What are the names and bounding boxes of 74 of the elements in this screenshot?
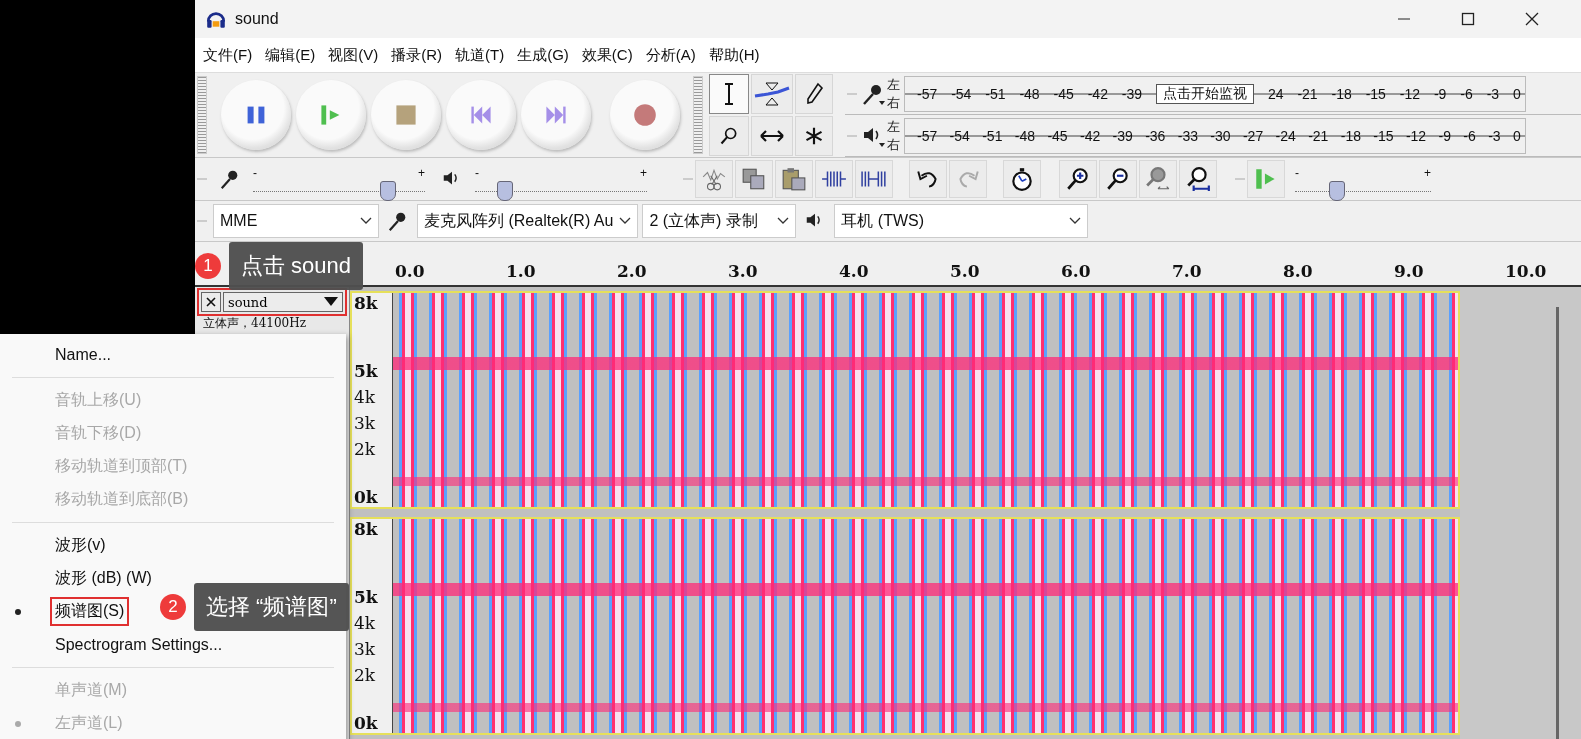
meter-tick-label: -27	[1242, 127, 1264, 144]
callout-tooltip: 点击 sound	[229, 242, 364, 290]
meter-tick-label: -15	[1373, 127, 1394, 144]
scale-label: 0k	[354, 713, 378, 733]
meter-tick-label: -42	[1087, 85, 1108, 102]
scale-label: 2k	[354, 665, 376, 685]
meter-tick-label: -48	[1014, 127, 1035, 144]
meter-tick-label: -18	[1340, 127, 1361, 144]
plus-label: +	[418, 166, 425, 179]
ruler-tick-label: 4.0	[839, 261, 870, 281]
channel-label: 右	[887, 93, 900, 112]
scale-label: 3k	[354, 413, 376, 433]
meter-tick-label: -45	[1047, 127, 1068, 144]
meter-tick-label: -21	[1308, 127, 1329, 144]
meter-tick-label: 0	[1512, 127, 1521, 144]
meter-tick-label: 0	[1513, 85, 1521, 102]
meter-tick-label: -3	[1486, 85, 1500, 102]
channel-label: 右	[887, 135, 900, 154]
ruler-tick-label: 8.0	[1283, 261, 1314, 281]
ruler-tick-label: 7.0	[1172, 261, 1203, 281]
meter-tick-label: -39	[1121, 85, 1143, 102]
meter-tick-label: -15	[1365, 85, 1386, 102]
minus-label: -	[1295, 166, 1299, 179]
callout-tooltip: 选择 “频谱图”	[194, 583, 349, 631]
scale-label: 3k	[354, 639, 376, 659]
meter-tick-label: -30	[1210, 127, 1231, 144]
window-title: sound	[235, 10, 279, 28]
ruler-tick-label: 1.0	[506, 261, 537, 281]
meter-tick-label: -54	[951, 85, 972, 102]
channel-label: 左	[887, 117, 900, 136]
scale-label: 5k	[354, 587, 378, 607]
minus-label: -	[253, 166, 257, 179]
meter-tick-label: -6	[1463, 127, 1476, 144]
meter-tick-label: -6	[1460, 85, 1473, 102]
ruler-tick-label: 2.0	[617, 261, 648, 281]
meter-tick-label: -18	[1331, 85, 1352, 102]
meter-tick-label: -36	[1145, 127, 1166, 144]
meter-tick-label: -45	[1053, 85, 1074, 102]
minus-label: -	[475, 166, 479, 179]
meter-tick-label: -9	[1438, 127, 1451, 144]
tooltip: 点击开始监视	[1156, 83, 1254, 104]
meter-tick-label: -9	[1433, 85, 1447, 102]
channel-label: 左	[887, 75, 900, 94]
plus-label: +	[1424, 166, 1431, 179]
meter-tick-label: -21	[1297, 85, 1318, 102]
meter-tick-label: -57	[917, 127, 938, 144]
scale-label: 0k	[354, 487, 378, 507]
meter-tick-label: -33	[1177, 127, 1198, 144]
ruler-tick-label: 10.0	[1505, 261, 1548, 281]
scale-label: 2k	[354, 439, 376, 459]
ruler-tick-label: 0.0	[395, 261, 426, 281]
meter-tick-label: -42	[1079, 127, 1101, 144]
scale-label: 5k	[354, 361, 378, 381]
ruler-tick-label: 6.0	[1061, 261, 1092, 281]
scale-label: 8k	[354, 293, 378, 313]
meter-tick-label: -57	[917, 85, 938, 102]
track-info: 立体声，44100Hz	[202, 316, 307, 331]
meter-tick-label: -51	[982, 127, 1003, 144]
ruler-tick-label: 5.0	[950, 261, 981, 281]
meter-tick-label: -3	[1488, 127, 1501, 144]
meter-tick-label: 24	[1267, 85, 1284, 102]
scale-label: 4k	[354, 387, 376, 407]
ruler-tick-label: 3.0	[728, 261, 759, 281]
scale-label: 8k	[354, 519, 378, 539]
meter-tick-label: -54	[949, 127, 970, 144]
meter-tick-label: -39	[1112, 127, 1133, 144]
meter-tick-label: -51	[985, 85, 1006, 102]
scale-label: 4k	[354, 613, 376, 633]
meter-tick-label: -12	[1405, 127, 1427, 144]
meter-tick-label: -24	[1275, 127, 1296, 144]
plus-label: +	[640, 166, 647, 179]
meter-tick-label: -48	[1019, 85, 1040, 102]
meter-tick-label: -12	[1399, 85, 1421, 102]
ruler-tick-label: 9.0	[1394, 261, 1425, 281]
